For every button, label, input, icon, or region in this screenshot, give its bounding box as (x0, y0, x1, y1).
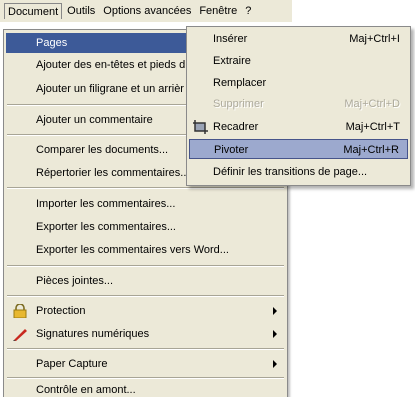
submenu-item-label: Extraire (213, 55, 251, 67)
menu-help[interactable]: ? (242, 3, 254, 19)
menu-item-label: Signatures numériques (36, 328, 150, 340)
menu-item-protection[interactable]: Protection (6, 301, 285, 321)
submenu-arrow-icon (273, 360, 277, 368)
menu-item-label: Pièces jointes... (36, 275, 114, 287)
menu-bar: Document Outils Options avancées Fenêtre… (0, 0, 292, 22)
menu-item-label: Ajouter des en-têtes et pieds d (36, 59, 186, 71)
menu-item-label: Ajouter un filigrane et un arrièr (36, 83, 184, 95)
submenu-item-label: Remplacer (213, 77, 267, 89)
menu-item-export-comments[interactable]: Exporter les commentaires... (6, 217, 285, 237)
menu-item-label: Protection (36, 305, 86, 317)
menu-item-label: Exporter les commentaires vers Word... (36, 244, 229, 256)
submenu-item-label: Définir les transitions de page... (213, 166, 368, 178)
shortcut-label: Maj+Ctrl+I (349, 33, 400, 45)
shortcut-label: Maj+Ctrl+R (343, 144, 399, 156)
submenu-arrow-icon (273, 330, 277, 338)
menu-separator (7, 295, 284, 297)
submenu-item-rotate[interactable]: Pivoter Maj+Ctrl+R (189, 139, 408, 159)
submenu-item-page-transitions[interactable]: Définir les transitions de page... (189, 162, 408, 182)
submenu-item-label: Recadrer (213, 121, 259, 133)
menu-item-label: Paper Capture (36, 358, 108, 370)
submenu-item-replace[interactable]: Remplacer (189, 73, 408, 93)
menu-item-digital-signatures[interactable]: Signatures numériques (6, 324, 285, 344)
submenu-item-label: Supprimer (213, 98, 264, 110)
shortcut-label: Maj+Ctrl+T (345, 121, 400, 133)
menu-item-paper-capture[interactable]: Paper Capture (6, 354, 285, 374)
menu-options-avancees[interactable]: Options avancées (100, 3, 194, 19)
menu-item-label: Importer les commentaires... (36, 198, 176, 210)
menu-item-label: Comparer les documents... (36, 144, 169, 156)
lock-icon (13, 304, 27, 318)
submenu-item-label: Pivoter (214, 144, 249, 156)
menu-item-label: Ajouter un commentaire (36, 114, 153, 126)
pen-icon (13, 329, 27, 341)
menu-item-label: Contrôle en amont... (36, 384, 136, 396)
menu-separator (7, 187, 284, 189)
submenu-item-insert[interactable]: Insérer Maj+Ctrl+I (189, 29, 408, 49)
submenu-arrow-icon (273, 307, 277, 315)
menu-fenetre[interactable]: Fenêtre (196, 3, 240, 19)
menu-item-attachments[interactable]: Pièces jointes... (6, 271, 285, 291)
menu-item-import-comments[interactable]: Importer les commentaires... (6, 194, 285, 214)
submenu-item-extract[interactable]: Extraire (189, 51, 408, 71)
menu-separator (7, 377, 284, 379)
crop-icon (193, 120, 208, 134)
submenu-item-label: Insérer (213, 33, 248, 45)
menu-separator (7, 265, 284, 267)
pages-submenu: Insérer Maj+Ctrl+I Extraire Remplacer Su… (186, 26, 411, 186)
menu-item-preflight[interactable]: Contrôle en amont... (6, 380, 285, 397)
menu-item-label: Pages (36, 37, 68, 49)
menu-outils[interactable]: Outils (64, 3, 98, 19)
shortcut-label: Maj+Ctrl+D (344, 98, 400, 110)
menu-item-label: Répertorier les commentaires... (36, 167, 190, 179)
submenu-item-crop[interactable]: Recadrer Maj+Ctrl+T (189, 117, 408, 137)
submenu-item-delete: Supprimer Maj+Ctrl+D (189, 94, 408, 114)
menu-document[interactable]: Document (4, 3, 63, 19)
menu-separator (7, 348, 284, 350)
menu-item-label: Exporter les commentaires... (36, 221, 176, 233)
menu-item-export-comments-word[interactable]: Exporter les commentaires vers Word... (6, 240, 285, 260)
